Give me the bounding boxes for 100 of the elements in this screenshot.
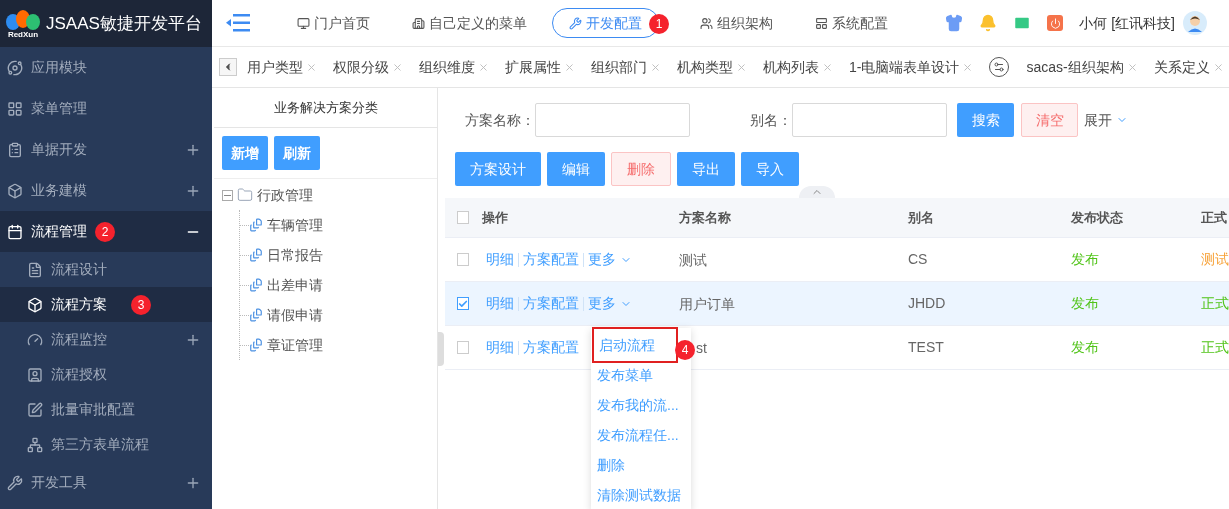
close-icon[interactable] bbox=[306, 61, 317, 73]
nav-tab[interactable]: 组织架构 bbox=[683, 8, 790, 38]
toolbar-button[interactable]: 编辑 bbox=[547, 152, 605, 186]
panel-button[interactable]: 新增 bbox=[222, 136, 268, 170]
step-badge: 3 bbox=[131, 294, 151, 315]
sidebar-subitem[interactable]: 批量审批配置 bbox=[0, 392, 212, 427]
row-action-link[interactable]: 更多 bbox=[588, 249, 632, 270]
sidebar-item[interactable]: 流程管理 2 bbox=[0, 211, 212, 252]
page-tab[interactable]: 机构类型 bbox=[677, 56, 733, 78]
nav-tab[interactable]: 系统配置 bbox=[798, 8, 905, 38]
collapse-box-icon[interactable] bbox=[222, 189, 233, 201]
close-icon[interactable] bbox=[736, 61, 747, 73]
mail-icon[interactable] bbox=[1013, 14, 1032, 32]
scroll-left-button[interactable] bbox=[219, 58, 237, 76]
sidebar-item[interactable]: 业务建模 bbox=[0, 170, 212, 211]
row-checkbox[interactable] bbox=[457, 297, 469, 310]
menu-item[interactable]: 发布我的流... bbox=[592, 390, 684, 420]
sidebar-subitem[interactable]: 流程方案 3 bbox=[0, 287, 212, 322]
wrench-icon bbox=[569, 16, 582, 30]
row-action-link[interactable]: 方案配置 bbox=[523, 337, 579, 358]
search-button[interactable]: 搜索 bbox=[957, 103, 1014, 137]
tree-item[interactable]: 章证管理 bbox=[267, 334, 323, 356]
bell-icon[interactable] bbox=[979, 14, 998, 32]
menu-item[interactable]: 清除测试数据 bbox=[592, 480, 686, 509]
panel-title: 业务解决方案分类 bbox=[214, 88, 437, 128]
close-icon[interactable] bbox=[962, 61, 974, 73]
avatar[interactable] bbox=[1183, 11, 1207, 35]
page-tab[interactable]: 权限分级 bbox=[333, 56, 389, 78]
sidebar-label: 第三方表单流程 bbox=[51, 435, 149, 454]
menu-item[interactable]: 发布菜单 bbox=[592, 360, 658, 390]
close-icon[interactable] bbox=[1212, 61, 1224, 73]
power-icon[interactable] bbox=[1047, 15, 1064, 31]
toolbar-button[interactable]: 方案设计 bbox=[455, 152, 541, 186]
tree-item[interactable]: 出差申请 bbox=[267, 274, 323, 296]
page-tab[interactable]: 机构列表 bbox=[763, 56, 819, 78]
toolbar-button[interactable]: 导入 bbox=[741, 152, 799, 186]
tree-item[interactable]: 行政管理 bbox=[257, 184, 313, 206]
expand-link[interactable]: 展开 bbox=[1084, 109, 1128, 131]
close-icon[interactable] bbox=[392, 61, 403, 73]
menu-item[interactable]: 发布流程任... bbox=[592, 420, 684, 450]
sidebar-subitem[interactable]: 第三方表单流程 bbox=[0, 427, 212, 462]
tree-item[interactable]: 车辆管理 bbox=[267, 214, 323, 236]
layout-icon bbox=[815, 16, 828, 30]
sidebar-subitem[interactable]: 流程授权 bbox=[0, 357, 212, 392]
user-name[interactable]: 小何 [红讯科技] bbox=[1079, 12, 1175, 34]
orbit-icon bbox=[7, 59, 23, 76]
close-icon[interactable] bbox=[1126, 61, 1138, 73]
row-action-link[interactable]: 方案配置 bbox=[523, 249, 579, 270]
sidebar-label: 菜单管理 bbox=[31, 99, 87, 118]
page-tab[interactable]: 扩展属性 bbox=[505, 56, 561, 78]
menu-item[interactable]: 启动流程 bbox=[592, 327, 678, 363]
sidebar-subitem[interactable]: 流程监控 bbox=[0, 322, 212, 357]
table-cell-text: 发布 bbox=[1071, 250, 1100, 269]
app-title: JSAAS敏捷开发平台 bbox=[46, 12, 202, 35]
sidebar-item[interactable]: 开发工具 bbox=[0, 462, 212, 503]
search-field[interactable] bbox=[535, 103, 690, 137]
shirt-icon[interactable] bbox=[945, 14, 964, 32]
row-checkbox[interactable] bbox=[457, 253, 469, 266]
clipboard-icon bbox=[7, 141, 23, 158]
calendar-icon bbox=[7, 223, 23, 240]
step-badge: 4 bbox=[675, 340, 695, 360]
row-action-link[interactable]: 明细 bbox=[486, 337, 514, 358]
close-icon[interactable] bbox=[650, 61, 661, 73]
page-tab[interactable]: 组织部门 bbox=[591, 56, 647, 78]
menu-icon[interactable] bbox=[226, 14, 250, 32]
close-icon[interactable] bbox=[564, 61, 575, 73]
row-checkbox[interactable] bbox=[457, 341, 469, 354]
nav-tab[interactable]: 门户首页 bbox=[280, 8, 387, 38]
sidebar-item[interactable]: 菜单管理 bbox=[0, 88, 212, 129]
header-checkbox[interactable] bbox=[457, 211, 469, 224]
sidebar-label: 流程授权 bbox=[51, 365, 107, 384]
page-tab[interactable]: 1-电脑端表单设计 bbox=[849, 56, 960, 78]
sidebar-item[interactable]: 单据开发 bbox=[0, 129, 212, 170]
collapse-tab[interactable] bbox=[799, 186, 835, 198]
nav-tab[interactable]: 自己定义的菜单 bbox=[395, 8, 544, 38]
panel-button[interactable]: 刷新 bbox=[274, 136, 320, 170]
search-field[interactable] bbox=[792, 103, 947, 137]
page-tab[interactable]: sacas-组织架构 bbox=[1026, 56, 1124, 78]
row-action-link[interactable]: 明细 bbox=[486, 249, 514, 270]
sidebar-subitem[interactable]: 流程设计 bbox=[0, 252, 212, 287]
toolbar-button[interactable]: 删除 bbox=[611, 152, 671, 186]
step-badge: 2 bbox=[95, 221, 115, 242]
clear-button[interactable]: 清空 bbox=[1021, 103, 1078, 137]
tree-item[interactable]: 请假申请 bbox=[267, 304, 323, 326]
page-tab[interactable]: 用户类型 bbox=[247, 56, 303, 78]
tree-item[interactable]: 日常报告 bbox=[267, 244, 323, 266]
page-tab[interactable]: 关系定义 bbox=[1153, 56, 1210, 78]
close-icon[interactable] bbox=[822, 61, 833, 73]
menu-item[interactable]: 删除 bbox=[592, 450, 630, 480]
column-header: 方案名称 bbox=[679, 208, 732, 227]
collapse-handle[interactable] bbox=[438, 331, 444, 366]
wrench-icon bbox=[7, 474, 23, 491]
sidebar-item[interactable]: 应用模块 bbox=[0, 47, 212, 88]
sidebar-label: 批量审批配置 bbox=[51, 400, 135, 419]
table-cell-text: 用户订单 bbox=[679, 294, 735, 314]
field-label: 别名： bbox=[750, 110, 792, 130]
cube-icon bbox=[7, 182, 23, 199]
close-icon[interactable] bbox=[478, 61, 489, 73]
toolbar-button[interactable]: 导出 bbox=[677, 152, 735, 186]
page-tab[interactable]: 组织维度 bbox=[419, 56, 475, 78]
